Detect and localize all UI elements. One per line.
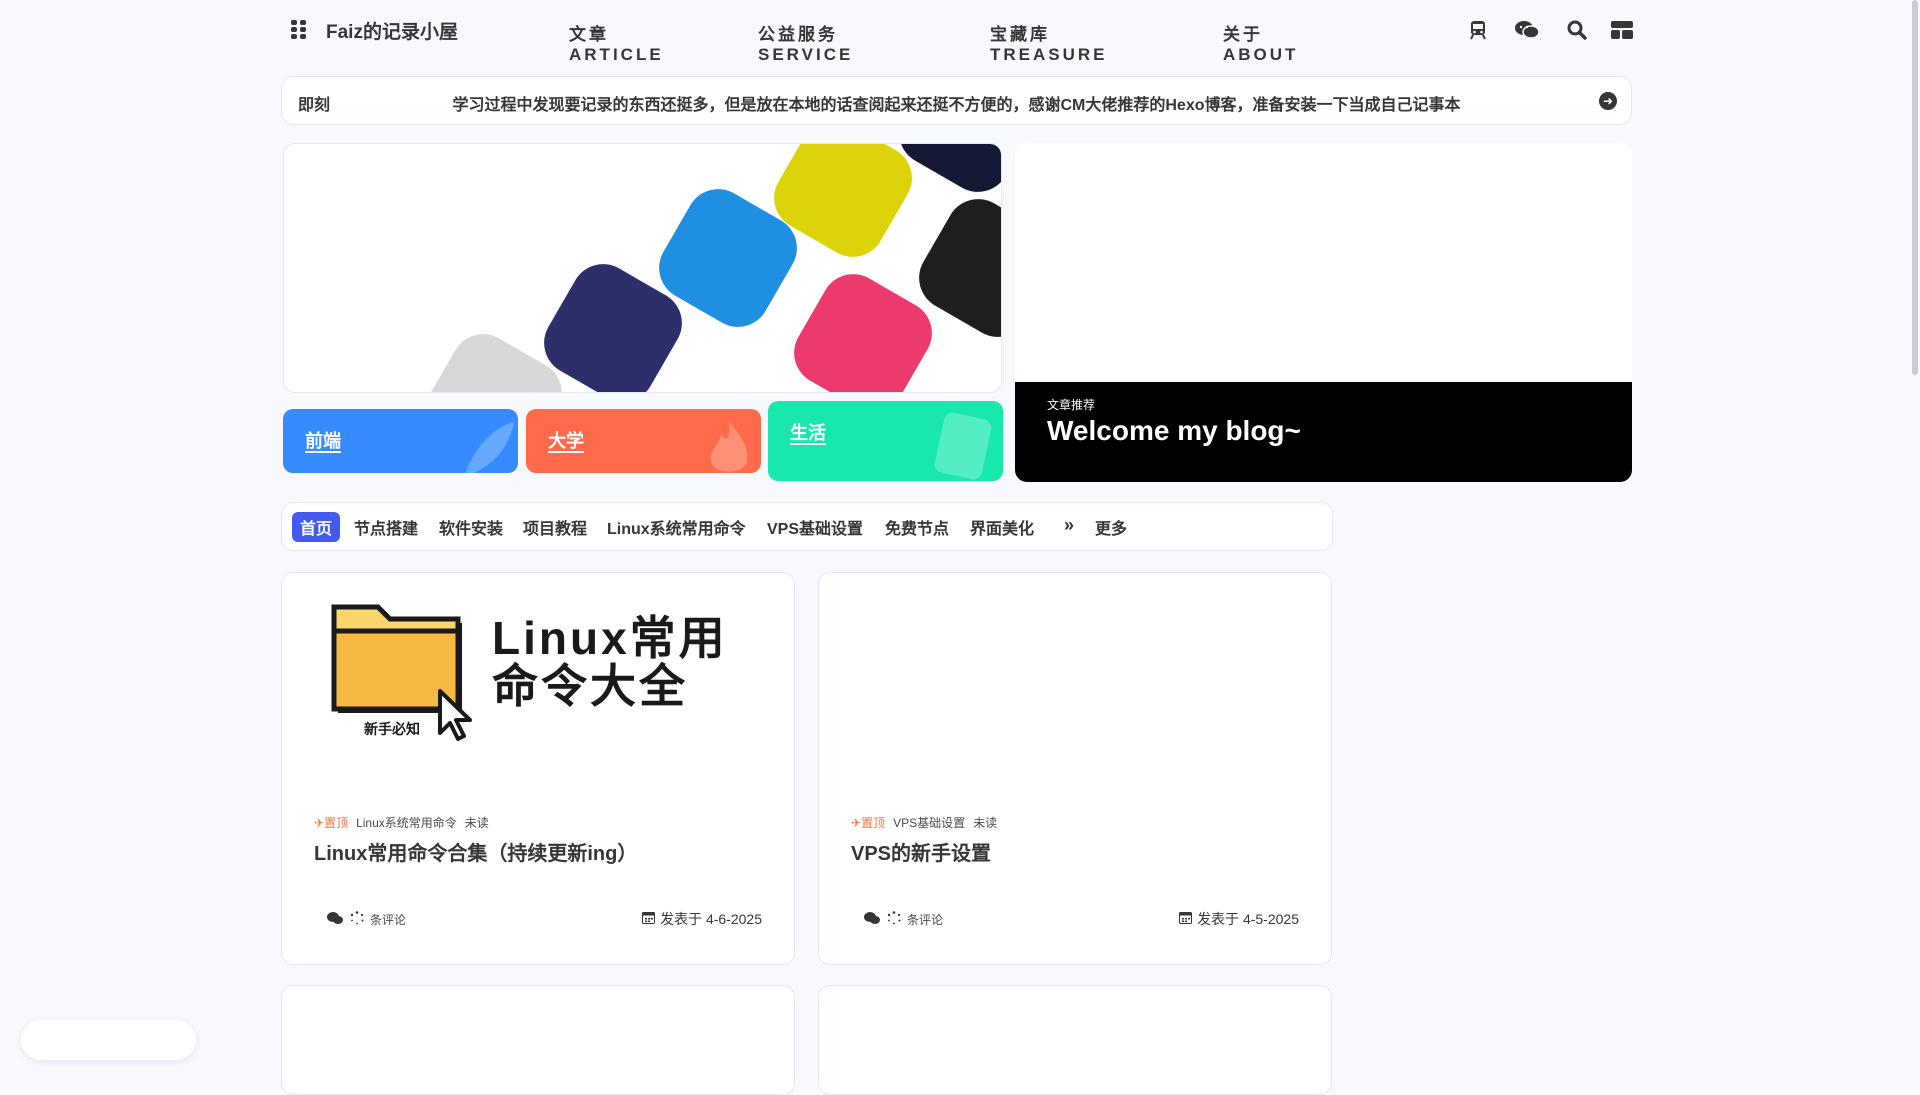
wechat-icon[interactable] (1514, 17, 1540, 43)
post-cover[interactable] (819, 573, 1331, 788)
date-text: 发表于 4-5-2025 (1197, 911, 1299, 927)
recommend-footer: 文章推荐 Welcome my blog~ (1015, 382, 1632, 482)
calendar-icon (642, 911, 656, 927)
book-icon (934, 412, 992, 480)
tab-ui[interactable]: 界面美化 (970, 515, 1034, 539)
announcement-bar[interactable]: 即刻 学习过程中发现要记录的东西还挺多，但是放在本地的话查阅起来还挺不方便的，感… (281, 76, 1632, 125)
pin-badge: ✈置顶 (851, 816, 885, 830)
pin-icon: ✈ (851, 816, 862, 830)
train-icon[interactable] (1465, 17, 1491, 43)
announcement-text: 学习过程中发现要记录的东西还挺多，但是放在本地的话查阅起来还挺不方便的，感谢CM… (452, 97, 1461, 114)
scrollbar[interactable] (1910, 0, 1920, 1080)
tab-more[interactable]: 更多 (1095, 515, 1127, 539)
comments-suffix: 条评论 (907, 913, 944, 927)
tab-projects[interactable]: 项目教程 (523, 515, 587, 539)
pin-label: 置顶 (324, 816, 349, 830)
post-category[interactable]: VPS基础设置 (893, 816, 965, 830)
tab-free-nodes[interactable]: 免费节点 (885, 515, 949, 539)
recommend-title[interactable]: Welcome my blog~ (1047, 415, 1301, 447)
hero-banner (283, 143, 1002, 393)
category-label: 大学 (548, 431, 584, 453)
post-comments: 条评论 (326, 911, 406, 928)
post-date: 发表于 4-6-2025 (642, 909, 762, 929)
nav-link-treasure[interactable]: 宝藏库TREASURE (990, 20, 1108, 65)
read-status: 未读 (464, 816, 489, 830)
post-title[interactable]: Linux常用命令合集（持续更新ing） (314, 837, 637, 866)
feather-icon (465, 422, 514, 473)
comments-icon (863, 911, 881, 928)
category-university[interactable]: 大学 (526, 409, 761, 473)
post-category[interactable]: Linux系统常用命令 (356, 816, 457, 830)
category-label: 前端 (305, 431, 341, 453)
loading-spinner-icon (350, 911, 364, 928)
post-comments: 条评论 (863, 911, 943, 928)
category-frontend[interactable]: 前端 (283, 409, 518, 473)
post-meta: ✈置顶 Linux系统常用命令 未读 (314, 814, 489, 831)
category-label: 生活 (790, 423, 826, 445)
comments-icon (326, 911, 344, 928)
tab-home[interactable]: 首页 (292, 512, 341, 542)
recommend-card[interactable]: 文章推荐 Welcome my blog~ (1015, 143, 1632, 482)
cover-title-line2: 命令大全 (492, 660, 688, 712)
post-date: 发表于 4-5-2025 (1179, 909, 1299, 929)
nav-link-about[interactable]: 关于ABOUT (1223, 20, 1298, 65)
nav-icons (1465, 17, 1635, 43)
calendar-icon (1179, 911, 1193, 927)
floating-widget[interactable] (21, 1020, 196, 1060)
nav-link-article[interactable]: 文章ARTICLE (569, 20, 664, 65)
tab-software[interactable]: 软件安装 (439, 515, 503, 539)
pin-label: 置顶 (861, 816, 886, 830)
site-name[interactable]: Faiz的记录小屋 (326, 17, 458, 44)
scrollbar-thumb[interactable] (1912, 0, 1918, 375)
arrow-right-icon[interactable]: ➜ (1599, 92, 1617, 110)
date-text: 发表于 4-6-2025 (660, 911, 762, 927)
post-card[interactable]: Linux常用 命令大全 新手必知 ✈置顶 Linux系统常用命令 未读 Linux… (281, 572, 795, 965)
tab-node-setup[interactable]: 节点搭建 (354, 515, 418, 539)
fire-icon (710, 421, 748, 472)
loading-spinner-icon (887, 911, 901, 928)
search-icon[interactable] (1564, 17, 1590, 43)
pin-badge: ✈置顶 (314, 816, 348, 830)
recommend-tag: 文章推荐 (1047, 398, 1096, 412)
layout-icon[interactable] (1609, 17, 1635, 43)
cover-title-line1: Linux常用 (492, 612, 728, 664)
comments-suffix: 条评论 (370, 913, 407, 927)
tab-vps[interactable]: VPS基础设置 (767, 515, 863, 539)
post-card[interactable] (281, 985, 795, 1095)
post-cover[interactable]: Linux常用 命令大全 新手必知 (282, 573, 794, 788)
post-card[interactable] (818, 985, 1332, 1095)
post-meta: ✈置顶 VPS基础设置 未读 (851, 814, 997, 831)
category-tab-bar: 首页 节点搭建 软件安装 项目教程 Linux系统常用命令 VPS基础设置 免费… (281, 502, 1333, 551)
category-life[interactable]: 生活 (768, 401, 1003, 481)
post-card[interactable]: ✈置顶 VPS基础设置 未读 VPS的新手设置 条评论 发表于 4-5-2025 (818, 572, 1332, 965)
post-title[interactable]: VPS的新手设置 (851, 837, 991, 866)
menu-grid-icon[interactable] (291, 20, 307, 39)
double-chevron-right-icon[interactable]: » (1064, 515, 1074, 536)
pin-icon: ✈ (314, 816, 325, 830)
tab-linux[interactable]: Linux系统常用命令 (607, 515, 746, 539)
top-navbar: Faiz的记录小屋 文章ARTICLE 公益服务SERVICE 宝藏库TREAS… (0, 0, 1920, 64)
nav-link-service[interactable]: 公益服务SERVICE (758, 20, 853, 65)
read-status: 未读 (973, 816, 998, 830)
cover-subtitle: 新手必知 (364, 721, 420, 737)
